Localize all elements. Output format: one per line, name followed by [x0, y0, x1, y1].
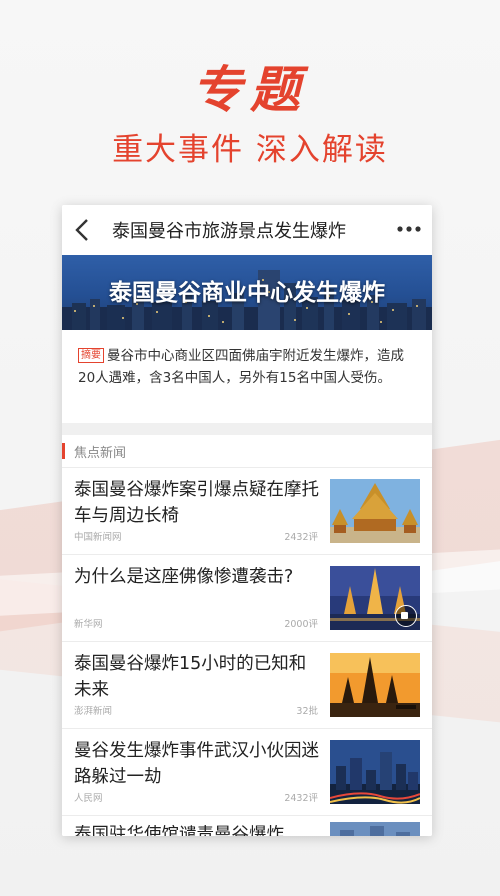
news-thumbnail[interactable] — [330, 479, 420, 543]
news-title: 泰国驻华使馆谴责曼谷爆炸 — [74, 825, 284, 836]
news-title: 曼谷发生爆炸事件武汉小伙因迷路躲过一劫 — [74, 741, 319, 787]
temple-sunset-icon — [330, 653, 420, 717]
news-title: 泰国曼谷爆炸案引爆点疑在摩托车与周边长椅 — [74, 480, 319, 526]
hero-subtitle: 重大事件 深入解读 — [112, 132, 388, 168]
more-button[interactable] — [394, 215, 424, 243]
news-title: 为什么是这座佛像惨遭袭击? — [74, 567, 294, 587]
comment-count: 2000评 — [284, 619, 318, 630]
section-label: 焦点新闻 — [74, 446, 127, 461]
city-icon — [330, 822, 420, 836]
section-marker — [62, 443, 65, 459]
section-header: 焦点新闻 — [62, 435, 432, 468]
summary-tag: 摘要 — [78, 348, 104, 363]
news-source: 中国新闻网 — [74, 532, 122, 543]
nav-title: 泰国曼谷市旅游景点发生爆炸 — [112, 221, 346, 242]
news-source: 人民网 — [74, 793, 103, 804]
summary-body: 曼谷市中心商业区四面佛庙宇附近发生爆炸，造成20人遇难，含3名中国人，另外有15… — [78, 348, 404, 386]
news-item[interactable]: 泰国曼谷爆炸案引爆点疑在摩托车与周边长椅 中国新闻网 2432评 — [62, 468, 432, 555]
back-button[interactable] — [68, 213, 96, 247]
news-source: 新华网 — [74, 619, 103, 630]
hero-title: 专题 — [192, 60, 308, 119]
temple-icon — [330, 479, 420, 543]
news-thumbnail[interactable] — [330, 740, 420, 804]
news-thumbnail[interactable] — [330, 822, 420, 836]
promo-screen: 专题 重大事件 深入解读 泰国曼谷市旅游景点发生爆炸 泰国曼谷商业中心发生爆炸 … — [0, 0, 500, 896]
news-list: 泰国曼谷爆炸案引爆点疑在摩托车与周边长椅 中国新闻网 2432评 为什么是这座佛… — [62, 468, 432, 836]
topic-banner: 泰国曼谷商业中心发生爆炸 — [62, 255, 432, 330]
comment-count: 32批 — [296, 706, 318, 717]
summary-text: 摘要 曼谷市中心商业区四面佛庙宇附近发生爆炸，造成20人遇难，含3名中国人，另外有… — [78, 345, 420, 389]
news-thumbnail[interactable] — [330, 566, 420, 630]
news-item[interactable]: 为什么是这座佛像惨遭袭击? 新华网 2000评 — [62, 555, 432, 642]
banner-title: 泰国曼谷商业中心发生爆炸 — [109, 280, 385, 306]
comment-count: 2432评 — [284, 532, 318, 543]
news-item[interactable]: 泰国驻华使馆谴责曼谷爆炸 — [62, 816, 432, 836]
section-divider — [62, 423, 432, 435]
city-night-icon — [330, 740, 420, 804]
news-title: 泰国曼谷爆炸15小时的已知和未来 — [74, 654, 307, 700]
comment-count: 2432评 — [284, 793, 318, 804]
nav-bar: 泰国曼谷市旅游景点发生爆炸 — [62, 205, 432, 255]
chevron-left-icon — [75, 219, 88, 241]
news-item[interactable]: 曼谷发生爆炸事件武汉小伙因迷路躲过一劫 人民网 2432评 — [62, 729, 432, 816]
news-item[interactable]: 泰国曼谷爆炸15小时的已知和未来 澎湃新闻 32批 — [62, 642, 432, 729]
more-dots-icon — [397, 226, 421, 232]
news-source: 澎湃新闻 — [74, 706, 113, 717]
video-icon — [395, 605, 417, 627]
phone-screen: 泰国曼谷市旅游景点发生爆炸 泰国曼谷商业中心发生爆炸 摘要 曼谷市中心商业区四面… — [62, 205, 432, 836]
news-thumbnail[interactable] — [330, 653, 420, 717]
